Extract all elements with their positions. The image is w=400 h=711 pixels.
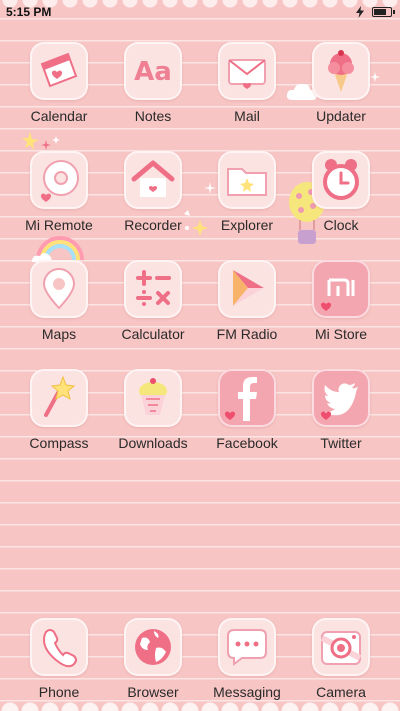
downloads-icon [139, 378, 167, 415]
app-fm-radio[interactable]: FM Radio [200, 260, 294, 364]
messaging-icon [227, 629, 267, 666]
notes-icon: Aa [134, 57, 172, 87]
status-bar: 5:15 PM [0, 0, 400, 24]
calendar-icon [40, 52, 78, 88]
app-compass[interactable]: Compass [12, 369, 106, 473]
app-mi-remote[interactable]: Mi Remote [12, 151, 106, 255]
app-label: Explorer [220, 217, 274, 233]
app-explorer[interactable]: Explorer [200, 151, 294, 255]
app-label: Recorder [124, 217, 182, 233]
app-label: Facebook [216, 435, 278, 451]
svg-text:Aa: Aa [134, 57, 172, 87]
clock-icon [323, 159, 359, 200]
app-label: Updater [316, 108, 366, 124]
app-clock[interactable]: Clock [294, 151, 388, 255]
mi-store-icon [320, 278, 355, 311]
dock-camera[interactable]: Camera [294, 618, 388, 711]
app-twitter[interactable]: Twitter [294, 369, 388, 473]
app-recorder[interactable]: Recorder [106, 151, 200, 255]
app-downloads[interactable]: Downloads [106, 369, 200, 473]
app-mail[interactable]: Mail [200, 42, 294, 146]
app-label: Mail [234, 108, 260, 124]
app-calendar[interactable]: Calendar [12, 42, 106, 146]
app-label: Calculator [121, 326, 185, 342]
phone-icon [42, 629, 77, 668]
app-label: Mi Store [314, 326, 368, 342]
app-label: FM Radio [216, 326, 278, 342]
app-label: Browser [127, 684, 179, 700]
dock-messaging[interactable]: Messaging [200, 618, 294, 711]
app-label: Camera [316, 684, 366, 700]
app-calculator[interactable]: Calculator [106, 260, 200, 364]
app-updater[interactable]: Updater [294, 42, 388, 146]
calculator-icon [136, 270, 171, 306]
recorder-icon [131, 160, 175, 197]
facebook-icon [224, 377, 257, 421]
app-label: Twitter [320, 435, 362, 451]
app-label: Compass [29, 435, 89, 451]
app-maps[interactable]: Maps [12, 260, 106, 364]
app-label: Downloads [118, 435, 188, 451]
app-facebook[interactable]: Facebook [200, 369, 294, 473]
app-mi-store[interactable]: Mi Store [294, 260, 388, 364]
explorer-icon [227, 168, 267, 196]
app-label: Notes [134, 108, 172, 124]
mi-remote-icon [40, 160, 79, 202]
compass-icon [44, 375, 76, 417]
app-label: Calendar [30, 108, 88, 124]
app-notes[interactable]: Aa Notes [106, 42, 200, 146]
browser-icon [135, 629, 171, 665]
camera-icon [320, 631, 362, 665]
fm-radio-icon [233, 270, 264, 306]
twitter-icon [320, 383, 358, 420]
app-label: Maps [41, 326, 77, 342]
mail-icon [228, 59, 266, 89]
maps-icon [42, 268, 76, 310]
app-label: Clock [323, 217, 359, 233]
app-label: Phone [38, 684, 80, 700]
status-icons [356, 6, 395, 18]
app-label: Mi Remote [25, 217, 93, 233]
dock-phone[interactable]: Phone [12, 618, 106, 711]
battery-icon [372, 7, 395, 17]
charging-icon [356, 6, 364, 18]
dock-browser[interactable]: Browser [106, 618, 200, 711]
updater-icon [328, 50, 354, 92]
app-label: Messaging [213, 684, 281, 700]
status-time: 5:15 PM [6, 5, 52, 19]
